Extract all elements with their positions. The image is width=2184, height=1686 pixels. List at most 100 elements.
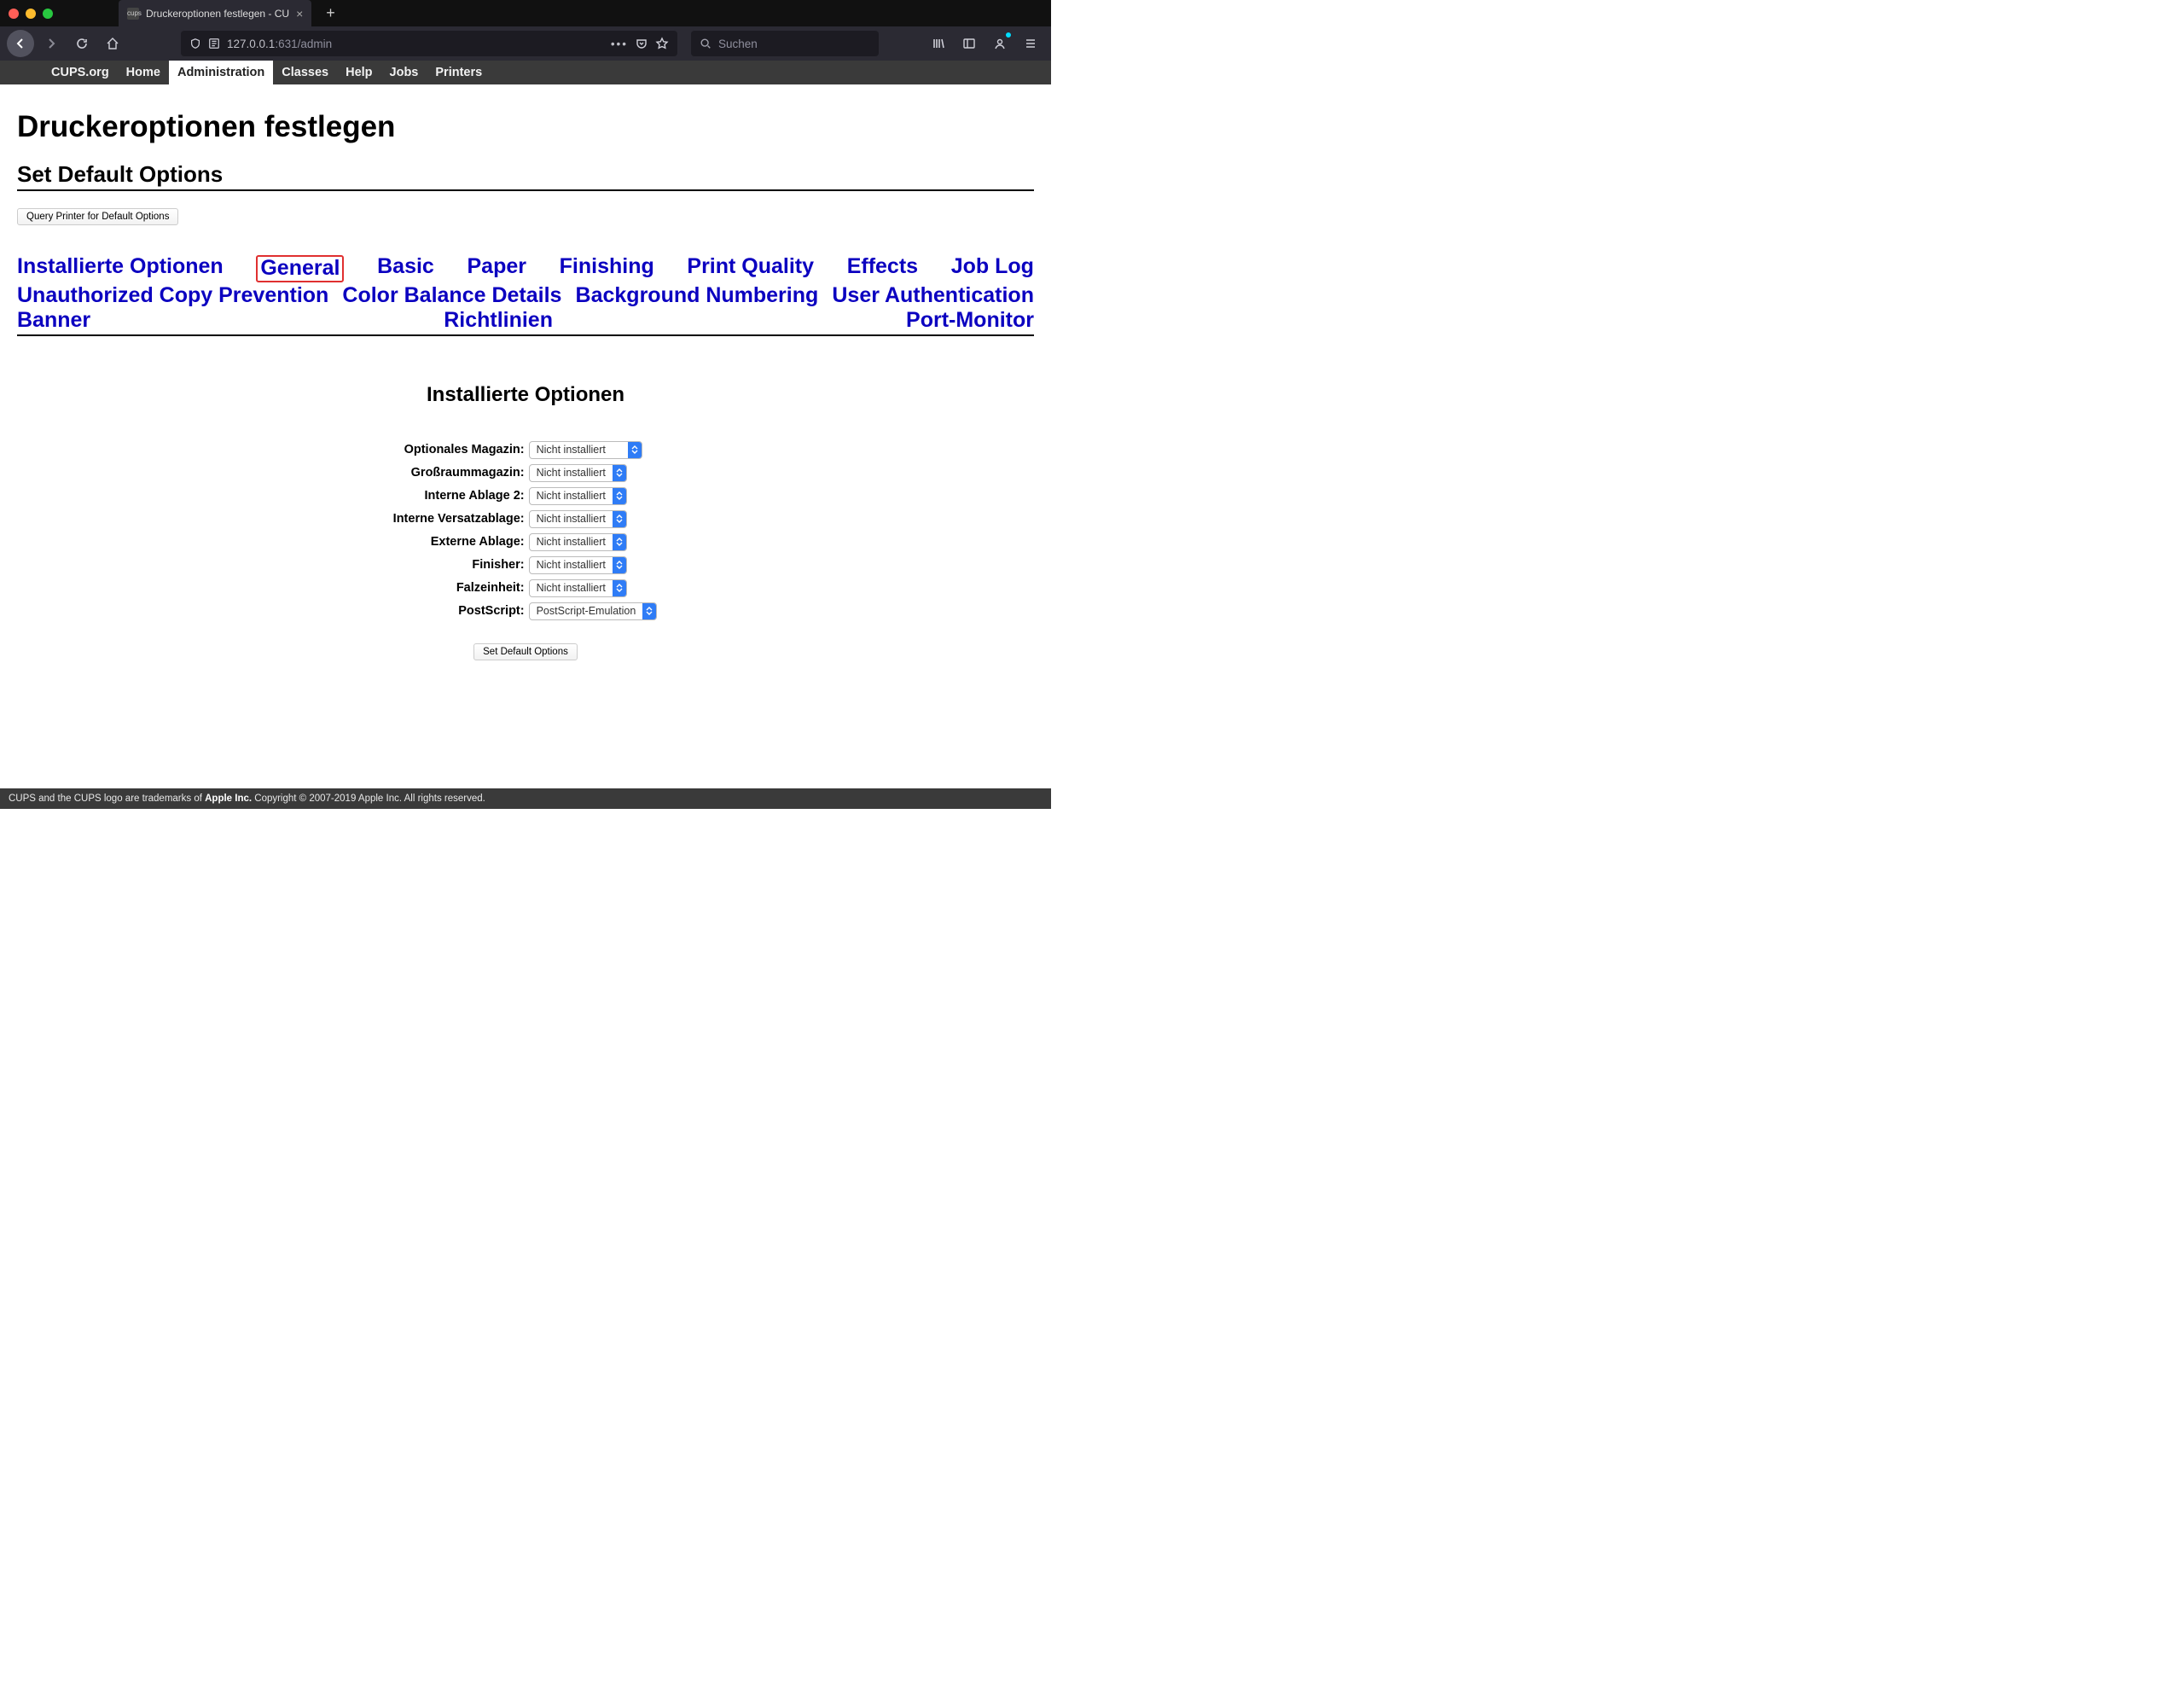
option-select[interactable]: Nicht installiert <box>529 556 627 574</box>
nav-home[interactable]: Home <box>118 61 169 84</box>
tab-background-numbering[interactable]: Background Numbering <box>576 284 819 308</box>
option-value: Nicht installiert <box>530 465 613 481</box>
option-select[interactable]: PostScript-Emulation <box>529 602 658 620</box>
page-actions-icon[interactable]: ••• <box>611 38 628 50</box>
option-select[interactable]: Nicht installiert <box>529 441 642 459</box>
nav-cups-org[interactable]: CUPS.org <box>43 61 118 84</box>
chevron-updown-icon <box>613 534 626 550</box>
option-label: Externe Ablage: <box>393 532 528 552</box>
tab-user-authentication[interactable]: User Authentication <box>832 284 1034 308</box>
tab-color-balance-details[interactable]: Color Balance Details <box>342 284 561 308</box>
footer: CUPS and the CUPS logo are trademarks of… <box>0 788 1051 809</box>
library-icon[interactable] <box>925 30 952 57</box>
option-label: Interne Ablage 2: <box>393 486 528 506</box>
option-row: Optionales Magazin:Nicht installiert <box>393 440 659 460</box>
search-placeholder: Suchen <box>718 38 758 50</box>
option-label: Großraummagazin: <box>393 463 528 483</box>
tab-effects[interactable]: Effects <box>847 255 918 282</box>
option-select[interactable]: Nicht installiert <box>529 533 627 551</box>
page-info-icon <box>208 38 220 49</box>
page-title: Druckeroptionen festlegen <box>17 110 1034 144</box>
option-value: Nicht installiert <box>530 557 613 573</box>
tab-favicon: cups <box>127 8 139 20</box>
browser-toolbar: 127.0.0.1:631/admin ••• Suchen <box>0 26 1051 61</box>
minimize-window-icon[interactable] <box>26 9 36 19</box>
tab-installierte-optionen[interactable]: Installierte Optionen <box>17 255 224 282</box>
option-label: Finisher: <box>393 555 528 575</box>
reload-button[interactable] <box>68 30 96 57</box>
url-text: 127.0.0.1:631/admin <box>227 38 604 50</box>
option-row: Großraummagazin:Nicht installiert <box>393 463 659 483</box>
option-label: Falzeinheit: <box>393 578 528 598</box>
option-value: Nicht installiert <box>530 580 613 596</box>
back-button[interactable] <box>7 30 34 57</box>
tab-banner[interactable]: Banner <box>17 309 90 333</box>
sidebar-icon[interactable] <box>956 30 983 57</box>
option-row: Finisher:Nicht installiert <box>393 555 659 575</box>
close-window-icon[interactable] <box>9 9 19 19</box>
tab-basic[interactable]: Basic <box>377 255 434 282</box>
nav-printers[interactable]: Printers <box>427 61 491 84</box>
option-select[interactable]: Nicht installiert <box>529 510 627 528</box>
option-value: Nicht installiert <box>530 442 628 458</box>
chevron-updown-icon <box>613 511 626 527</box>
option-label: PostScript: <box>393 602 528 621</box>
option-label: Optionales Magazin: <box>393 440 528 460</box>
chevron-updown-icon <box>613 557 626 573</box>
option-row: Externe Ablage:Nicht installiert <box>393 532 659 552</box>
tab-paper[interactable]: Paper <box>468 255 526 282</box>
nav-help[interactable]: Help <box>337 61 380 84</box>
chevron-updown-icon <box>613 488 626 504</box>
tab-richtlinien[interactable]: Richtlinien <box>444 309 553 333</box>
option-value: Nicht installiert <box>530 488 613 504</box>
zoom-window-icon[interactable] <box>43 9 53 19</box>
chevron-updown-icon <box>642 603 656 619</box>
forward-button[interactable] <box>38 30 65 57</box>
option-value: PostScript-Emulation <box>530 603 643 619</box>
option-select[interactable]: Nicht installiert <box>529 487 627 505</box>
tab-title: Druckeroptionen festlegen - CU <box>146 8 289 20</box>
set-default-options-button[interactable]: Set Default Options <box>473 643 578 660</box>
tab-print-quality[interactable]: Print Quality <box>687 255 814 282</box>
cups-nav: CUPS.orgHomeAdministrationClassesHelpJob… <box>0 61 1051 84</box>
tab-finishing[interactable]: Finishing <box>560 255 654 282</box>
chevron-updown-icon <box>628 442 642 458</box>
account-icon[interactable] <box>986 30 1014 57</box>
browser-tab[interactable]: cups Druckeroptionen festlegen - CU × <box>119 0 311 26</box>
search-bar[interactable]: Suchen <box>691 31 879 56</box>
option-row: Interne Versatzablage:Nicht installiert <box>393 509 659 529</box>
window-titlebar: cups Druckeroptionen festlegen - CU × + <box>0 0 1051 26</box>
window-controls <box>9 9 53 19</box>
option-row: Interne Ablage 2:Nicht installiert <box>393 486 659 506</box>
menu-icon[interactable] <box>1017 30 1044 57</box>
tab-general[interactable]: General <box>256 255 344 282</box>
tab-port-monitor[interactable]: Port-Monitor <box>906 309 1034 333</box>
options-table: Optionales Magazin:Nicht installiertGroß… <box>393 437 659 625</box>
home-button[interactable] <box>99 30 126 57</box>
page-subtitle: Set Default Options <box>17 161 1034 191</box>
tab-unauthorized-copy-prevention[interactable]: Unauthorized Copy Prevention <box>17 284 328 308</box>
shield-icon <box>189 38 201 49</box>
footer-text: CUPS and the CUPS logo are trademarks of… <box>9 794 485 804</box>
nav-administration[interactable]: Administration <box>169 61 273 84</box>
option-select[interactable]: Nicht installiert <box>529 579 627 597</box>
chevron-updown-icon <box>613 465 626 481</box>
tab-job-log[interactable]: Job Log <box>951 255 1034 282</box>
option-label: Interne Versatzablage: <box>393 509 528 529</box>
bookmark-star-icon[interactable] <box>655 37 669 50</box>
url-bar[interactable]: 127.0.0.1:631/admin ••• <box>181 31 677 56</box>
option-tabs: Installierte Optionen General Basic Paper Fi… <box>17 255 1034 336</box>
nav-classes[interactable]: Classes <box>273 61 337 84</box>
chevron-updown-icon <box>613 580 626 596</box>
page-content: Druckeroptionen festlegen Set Default Op… <box>0 84 1051 660</box>
new-tab-button[interactable]: + <box>317 4 344 22</box>
pocket-icon[interactable] <box>635 37 648 50</box>
notification-dot <box>1005 32 1012 38</box>
section-heading: Installierte Optionen <box>17 383 1034 407</box>
close-tab-icon[interactable]: × <box>296 7 303 20</box>
option-row: PostScript:PostScript-Emulation <box>393 602 659 621</box>
option-row: Falzeinheit:Nicht installiert <box>393 578 659 598</box>
query-printer-button[interactable]: Query Printer for Default Options <box>17 208 178 225</box>
nav-jobs[interactable]: Jobs <box>381 61 427 84</box>
option-select[interactable]: Nicht installiert <box>529 464 627 482</box>
